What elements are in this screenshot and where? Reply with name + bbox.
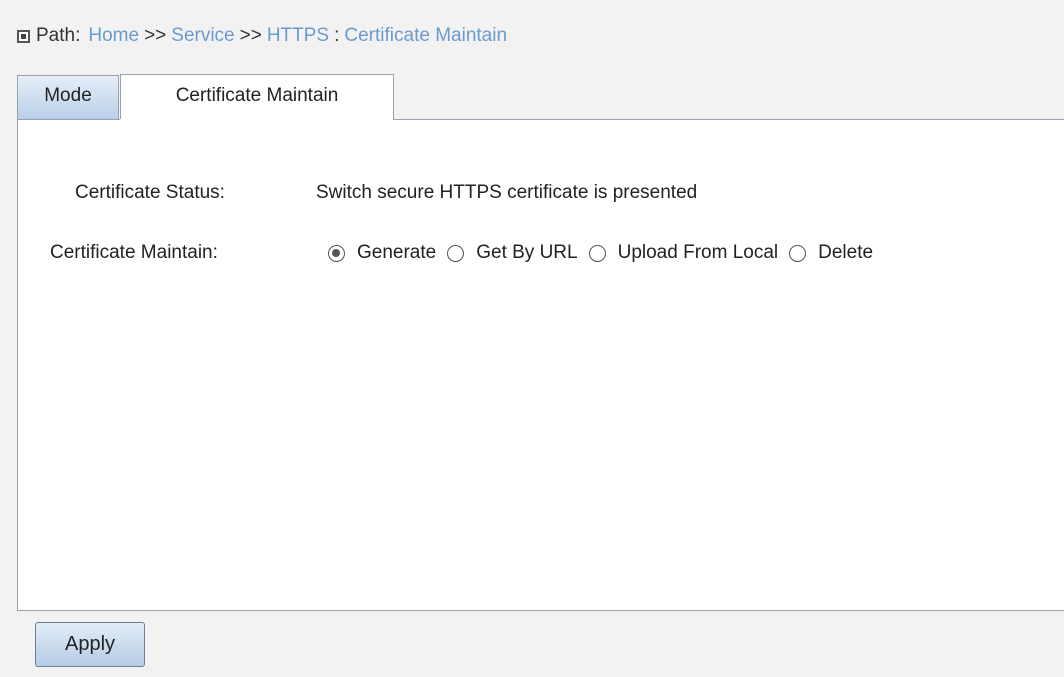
- radio-label-generate: Generate: [357, 242, 437, 263]
- radio-option-generate[interactable]: Generate: [328, 242, 436, 264]
- radio-button-get-by-url[interactable]: [447, 244, 465, 262]
- breadcrumb-https[interactable]: HTTPS: [267, 25, 329, 47]
- certificate-maintain-label: Certificate Maintain:: [50, 242, 218, 263]
- certificate-status-value: Switch secure HTTPS certificate is prese…: [316, 182, 698, 203]
- radio-button-delete[interactable]: [789, 244, 807, 262]
- radio-label-upload-from-local: Upload From Local: [617, 242, 779, 263]
- radio-option-upload-from-local[interactable]: Upload From Local: [588, 242, 779, 264]
- active-tab-joint: [120, 119, 393, 121]
- radio-button-upload-from-local[interactable]: [588, 244, 606, 262]
- apply-button[interactable]: Apply: [35, 622, 145, 667]
- tab-mode[interactable]: Mode: [17, 75, 119, 120]
- radio-label-get-by-url: Get By URL: [476, 242, 578, 263]
- breadcrumb-separator: >>: [239, 25, 262, 46]
- radio-option-get-by-url[interactable]: Get By URL: [447, 242, 578, 264]
- certificate-maintain-row: Certificate Maintain: Generate Get By UR…: [0, 240, 1064, 266]
- breadcrumb-colon: :: [334, 25, 340, 46]
- breadcrumb-certificate-maintain[interactable]: Certificate Maintain: [344, 25, 507, 47]
- breadcrumb-home[interactable]: Home: [88, 25, 139, 47]
- radio-option-delete[interactable]: Delete: [789, 242, 873, 264]
- certificate-status-row: Certificate Status: Switch secure HTTPS …: [0, 180, 1064, 206]
- path-square-icon: [17, 29, 30, 43]
- tab-certificate-maintain[interactable]: Certificate Maintain: [120, 74, 394, 120]
- tab-mode-label: Mode: [44, 85, 92, 106]
- radio-button-generate[interactable]: [328, 244, 345, 262]
- certificate-maintain-radio-group: Generate Get By URL Upload From Local De…: [328, 242, 884, 264]
- breadcrumb-label: Path:: [36, 25, 81, 46]
- breadcrumb-separator: >>: [144, 25, 167, 46]
- tab-certificate-maintain-label: Certificate Maintain: [175, 84, 339, 106]
- tab-bar: Mode Certificate Maintain: [17, 74, 394, 120]
- breadcrumb: Path: Home >> Service >> HTTPS : Certifi…: [17, 22, 507, 50]
- apply-button-label: Apply: [64, 633, 116, 655]
- certificate-status-label: Certificate Status:: [75, 182, 225, 203]
- radio-label-delete: Delete: [818, 242, 874, 263]
- breadcrumb-service[interactable]: Service: [171, 25, 234, 47]
